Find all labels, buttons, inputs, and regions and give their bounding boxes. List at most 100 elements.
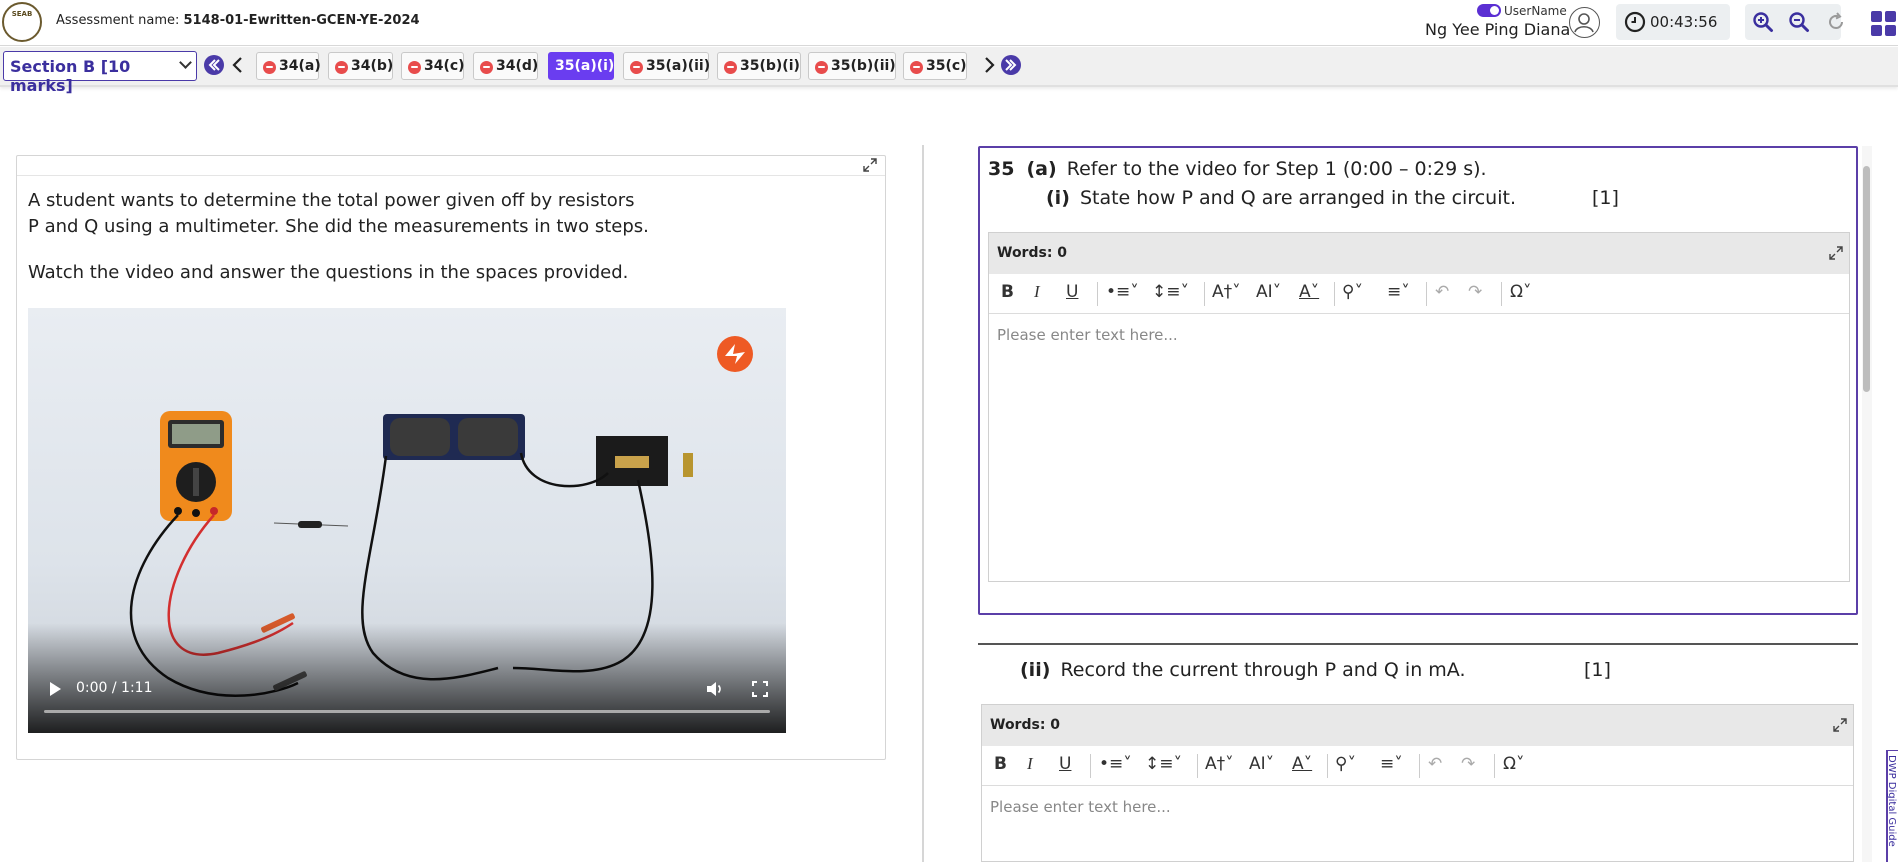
volume-icon[interactable] (706, 681, 724, 697)
timer-text: 00:43:56 (1650, 13, 1718, 31)
tab-34a[interactable]: 34(a) (256, 52, 321, 80)
tab-34c[interactable]: 34(c) (401, 52, 465, 80)
username-toggle[interactable] (1477, 4, 1501, 17)
digital-guide-label: DWP Digital Guide (1886, 755, 1897, 847)
video-time: 0:00 / 1:11 (76, 680, 153, 696)
expand-icon[interactable] (1833, 718, 1847, 732)
digital-guide-tab[interactable]: DWP Digital Guide (1886, 750, 1898, 862)
font-size-icon[interactable]: A†˅ (1212, 282, 1241, 304)
username-label: UserName (1504, 4, 1567, 18)
align-icon[interactable]: ≡˅ (1387, 282, 1410, 304)
bulleted-list-icon[interactable]: •≡˅ (1106, 282, 1139, 304)
zoom-in-icon[interactable] (1752, 11, 1774, 33)
editor-toolbar: B I U •≡˅ ↕≡˅ A†˅ AⅠ˅ A˅ ⚲˅ ≡˅ ↶ ↷ Ω˅ (982, 746, 1853, 786)
section-select-label: Section B [10 marks] (10, 57, 131, 95)
underline-button[interactable]: U (1059, 754, 1071, 776)
unanswered-icon (910, 61, 923, 74)
toolbar-divider (1494, 754, 1495, 778)
unanswered-icon (335, 61, 348, 74)
question-35ai-box: 35 (a) Refer to the video for Step 1 (0:… (978, 146, 1858, 615)
unanswered-icon (480, 61, 493, 74)
bold-button[interactable]: B (994, 754, 1007, 776)
find-replace-icon[interactable]: ⚲˅ (1335, 754, 1356, 776)
user-avatar-icon[interactable] (1569, 7, 1600, 38)
top-header: SEAB Assessment name: 5148-01-Ewritten-G… (0, 0, 1898, 46)
first-question-icon[interactable] (203, 54, 225, 76)
tab-34d[interactable]: 34(d) (473, 52, 538, 80)
previous-question-icon[interactable] (227, 54, 249, 76)
special-characters-button[interactable]: Ω˅ (1510, 282, 1532, 304)
editor-placeholder[interactable]: Please enter text here... (990, 798, 1171, 816)
tab-35c[interactable]: 35(c) (903, 52, 967, 80)
italic-button[interactable]: I (1034, 282, 1040, 304)
toolbar-divider (1097, 282, 1098, 306)
zoom-out-icon[interactable] (1788, 11, 1810, 33)
toolbar-divider (1090, 754, 1091, 778)
font-color-icon[interactable]: A˅ (1299, 282, 1319, 304)
intro-instruction: Watch the video and answer the questions… (28, 262, 629, 283)
video-player[interactable]: 0:00 / 1:11 (28, 308, 786, 733)
numbered-list-icon[interactable]: ↕≡˅ (1145, 754, 1182, 776)
font-size-icon[interactable]: A†˅ (1205, 754, 1234, 776)
play-icon[interactable] (48, 681, 62, 697)
assessment-value: 5148-01-Ewritten-GCEN-YE-2024 (183, 13, 420, 28)
unanswered-icon (815, 61, 828, 74)
subquestion-ii-label: (ii) (1020, 659, 1051, 681)
chevron-down-icon (179, 56, 192, 69)
bulleted-list-icon[interactable]: •≡˅ (1099, 754, 1132, 776)
font-color-icon[interactable]: A˅ (1292, 754, 1312, 776)
video-progress-bar[interactable] (44, 710, 770, 713)
find-replace-icon[interactable]: ⚲˅ (1342, 282, 1363, 304)
tab-34b[interactable]: 34(b) (328, 52, 393, 80)
unanswered-icon (724, 61, 737, 74)
panel-divider[interactable] (922, 145, 924, 862)
expand-icon[interactable] (1829, 246, 1843, 260)
toolbar-divider (1426, 282, 1427, 306)
unanswered-icon (263, 61, 276, 74)
special-characters-button[interactable]: Ω˅ (1503, 754, 1525, 776)
tab-35bii[interactable]: 35(b)(ii) (808, 52, 896, 80)
font-family-icon[interactable]: AⅠ˅ (1249, 754, 1274, 776)
toolbar-divider (1197, 754, 1198, 778)
assessment-label: Assessment name: (56, 13, 180, 28)
tab-35ai[interactable]: 35(a)(i) (548, 52, 614, 80)
question-nav-bar: Section B [10 marks] 34(a) 34(b) 34(c) 3… (0, 47, 1898, 95)
fullscreen-icon[interactable] (752, 681, 768, 697)
right-scrollbar-thumb[interactable] (1863, 166, 1870, 392)
redo-icon[interactable]: ↷ (1461, 754, 1475, 776)
subquestion-i-text: State how P and Q are arranged in the ci… (1079, 187, 1516, 209)
tab-35bi[interactable]: 35(b)(i) (717, 52, 801, 80)
subquestion-i-marks: [1] (1592, 187, 1619, 209)
redo-icon[interactable]: ↷ (1468, 282, 1482, 304)
username: Ng Yee Ping Diana (1425, 20, 1571, 39)
question-separator (978, 643, 1858, 645)
bold-button[interactable]: B (1001, 282, 1014, 304)
reset-zoom-icon[interactable] (1825, 11, 1847, 33)
subquestion-i: (i) State how P and Q are arranged in th… (1046, 187, 1516, 209)
undo-icon[interactable]: ↶ (1435, 282, 1449, 304)
subquestion-ii-text: Record the current through P and Q in mA… (1060, 659, 1466, 681)
tab-35aii[interactable]: 35(a)(ii) (623, 52, 710, 80)
numbered-list-icon[interactable]: ↕≡˅ (1152, 282, 1189, 304)
italic-button[interactable]: I (1027, 754, 1033, 776)
unanswered-icon (408, 61, 421, 74)
question-number: 35 (988, 158, 1015, 180)
expand-icon[interactable] (863, 158, 877, 172)
font-family-icon[interactable]: AⅠ˅ (1256, 282, 1281, 304)
intro-line-1: A student wants to determine the total p… (28, 190, 635, 211)
section-select[interactable]: Section B [10 marks] (3, 51, 197, 95)
toolbar-divider (1501, 282, 1502, 306)
next-question-icon[interactable] (978, 54, 1000, 76)
toolbar-divider (1327, 754, 1328, 778)
apps-grid-icon[interactable] (1870, 10, 1898, 38)
question-part: (a) (1026, 158, 1057, 180)
subquestion-ii: (ii) Record the current through P and Q … (1020, 659, 1465, 681)
editor-placeholder[interactable]: Please enter text here... (997, 326, 1178, 344)
last-question-icon[interactable] (1000, 54, 1022, 76)
undo-icon[interactable]: ↶ (1428, 754, 1442, 776)
align-icon[interactable]: ≡˅ (1380, 754, 1403, 776)
toolbar-divider (1204, 282, 1205, 306)
word-count: Words: 0 (997, 245, 1068, 261)
underline-button[interactable]: U (1066, 282, 1078, 304)
word-count: Words: 0 (990, 717, 1061, 733)
